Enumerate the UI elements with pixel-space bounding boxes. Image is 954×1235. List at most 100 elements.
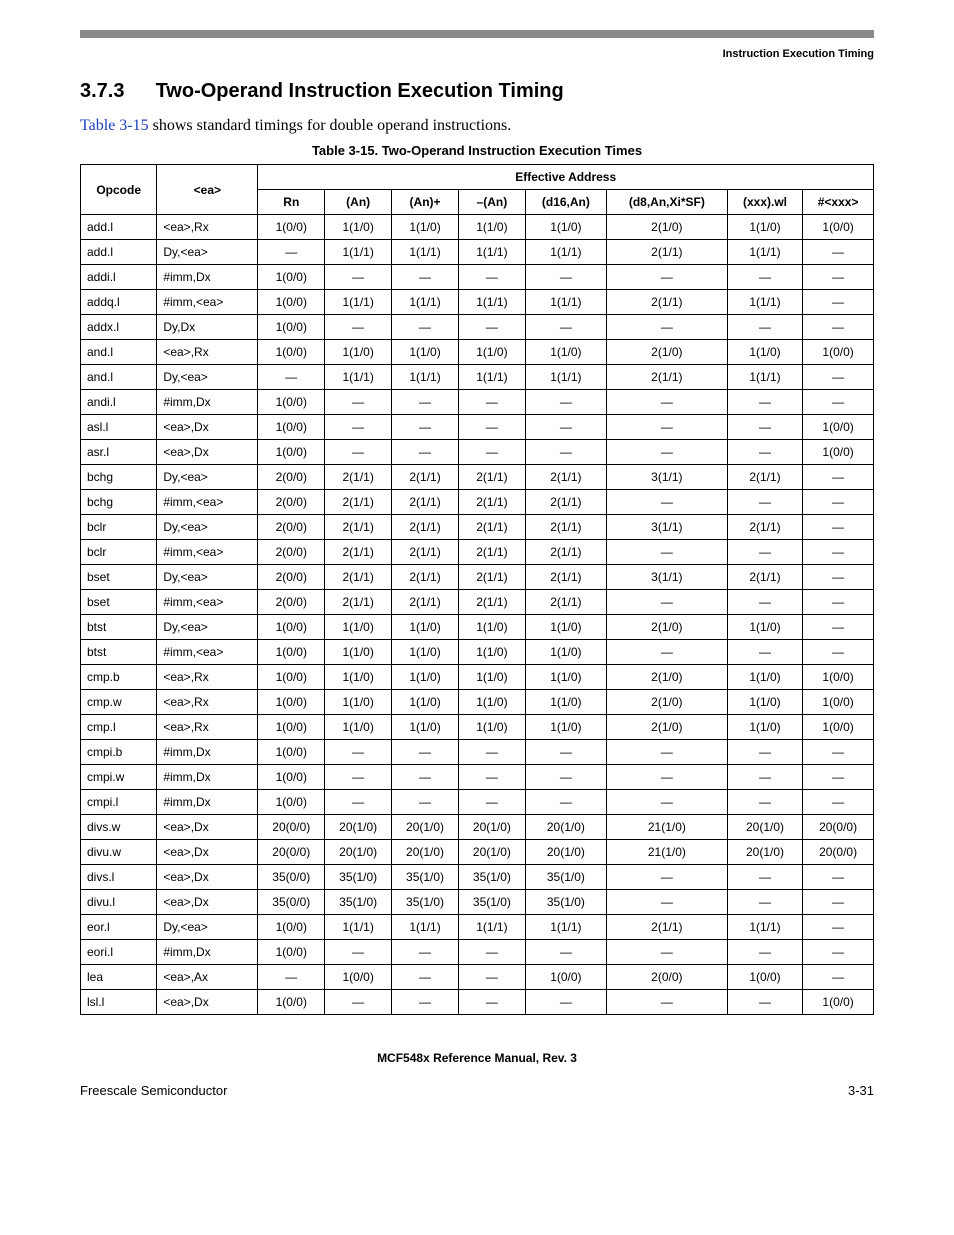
cell-d8: — <box>606 390 727 415</box>
cell-ea: #imm,Dx <box>157 265 258 290</box>
cell-ea: <ea>,Rx <box>157 215 258 240</box>
cell-xxxwl: 20(1/0) <box>727 840 802 865</box>
cell-an: 2(1/1) <box>325 465 392 490</box>
cell-man: — <box>458 265 525 290</box>
cell-pxxx: — <box>803 740 874 765</box>
intro-rest: shows standard timings for double operan… <box>149 117 512 134</box>
cell-pxxx: — <box>803 615 874 640</box>
cell-rn: 20(0/0) <box>258 815 325 840</box>
cell-d8: 2(1/0) <box>606 665 727 690</box>
cell-ea: #imm,<ea> <box>157 490 258 515</box>
cell-d16: 1(1/0) <box>525 690 606 715</box>
cell-an: — <box>325 265 392 290</box>
table-row: and.lDy,<ea>—1(1/1)1(1/1)1(1/1)1(1/1)2(1… <box>81 365 874 390</box>
cell-rn: 1(0/0) <box>258 290 325 315</box>
running-header: Instruction Execution Timing <box>80 48 874 60</box>
cell-xxxwl: — <box>727 790 802 815</box>
cell-pxxx: — <box>803 540 874 565</box>
cell-pxxx: — <box>803 315 874 340</box>
cell-d16: 1(1/1) <box>525 290 606 315</box>
cell-anp: — <box>392 415 459 440</box>
table-reference-link[interactable]: Table 3-15 <box>80 117 149 134</box>
cell-rn: 1(0/0) <box>258 640 325 665</box>
cell-anp: 2(1/1) <box>392 590 459 615</box>
table-row: addx.lDy,Dx1(0/0)——————— <box>81 315 874 340</box>
cell-man: 2(1/1) <box>458 540 525 565</box>
cell-ea: #imm,Dx <box>157 390 258 415</box>
cell-rn: — <box>258 965 325 990</box>
cell-man: 20(1/0) <box>458 840 525 865</box>
cell-ea: #imm,Dx <box>157 740 258 765</box>
cell-pxxx: 1(0/0) <box>803 990 874 1015</box>
cell-rn: 2(0/0) <box>258 490 325 515</box>
cell-anp: 1(1/0) <box>392 640 459 665</box>
cell-rn: 1(0/0) <box>258 340 325 365</box>
cell-xxxwl: — <box>727 265 802 290</box>
cell-rn: 2(0/0) <box>258 565 325 590</box>
cell-ea: <ea>,Ax <box>157 965 258 990</box>
cell-anp: 35(1/0) <box>392 890 459 915</box>
table-row: asr.l<ea>,Dx1(0/0)——————1(0/0) <box>81 440 874 465</box>
col-rn: Rn <box>258 190 325 215</box>
cell-xxxwl: — <box>727 765 802 790</box>
cell-ea: #imm,<ea> <box>157 590 258 615</box>
cell-ea: Dy,<ea> <box>157 915 258 940</box>
cell-d16: — <box>525 265 606 290</box>
cell-man: — <box>458 940 525 965</box>
cell-xxxwl: 1(1/1) <box>727 915 802 940</box>
cell-an: — <box>325 990 392 1015</box>
cell-pxxx: 1(0/0) <box>803 690 874 715</box>
cell-man: — <box>458 740 525 765</box>
cell-xxxwl: 1(1/0) <box>727 615 802 640</box>
table-row: cmp.l<ea>,Rx1(0/0)1(1/0)1(1/0)1(1/0)1(1/… <box>81 715 874 740</box>
cell-d8: — <box>606 990 727 1015</box>
cell-d16: — <box>525 765 606 790</box>
cell-man: 2(1/1) <box>458 565 525 590</box>
cell-man: — <box>458 765 525 790</box>
cell-an: 1(1/0) <box>325 215 392 240</box>
cell-d8: 3(1/1) <box>606 515 727 540</box>
cell-xxxwl: 1(1/0) <box>727 715 802 740</box>
cell-d16: — <box>525 790 606 815</box>
cell-ea: <ea>,Dx <box>157 890 258 915</box>
cell-d8: 2(1/1) <box>606 365 727 390</box>
cell-opcode: asl.l <box>81 415 157 440</box>
table-caption: Table 3-15. Two-Operand Instruction Exec… <box>80 143 874 158</box>
cell-xxxwl: — <box>727 590 802 615</box>
table-row: cmpi.w#imm,Dx1(0/0)——————— <box>81 765 874 790</box>
cell-d8: 2(0/0) <box>606 965 727 990</box>
cell-rn: 1(0/0) <box>258 665 325 690</box>
table-row: bsetDy,<ea>2(0/0)2(1/1)2(1/1)2(1/1)2(1/1… <box>81 565 874 590</box>
cell-d8: — <box>606 315 727 340</box>
cell-anp: 2(1/1) <box>392 540 459 565</box>
cell-opcode: and.l <box>81 365 157 390</box>
cell-ea: <ea>,Dx <box>157 440 258 465</box>
cell-ea: <ea>,Rx <box>157 665 258 690</box>
cell-pxxx: — <box>803 765 874 790</box>
cell-man: 1(1/0) <box>458 665 525 690</box>
cell-anp: 2(1/1) <box>392 490 459 515</box>
cell-opcode: cmpi.l <box>81 790 157 815</box>
col-xxxwl: (xxx).wl <box>727 190 802 215</box>
cell-d16: 1(1/0) <box>525 615 606 640</box>
cell-man: 1(1/0) <box>458 215 525 240</box>
table-row: bclr#imm,<ea>2(0/0)2(1/1)2(1/1)2(1/1)2(1… <box>81 540 874 565</box>
cell-rn: 1(0/0) <box>258 990 325 1015</box>
cell-rn: 2(0/0) <box>258 540 325 565</box>
cell-d8: 3(1/1) <box>606 465 727 490</box>
cell-man: 1(1/0) <box>458 615 525 640</box>
cell-d16: 1(1/0) <box>525 215 606 240</box>
cell-xxxwl: 2(1/1) <box>727 515 802 540</box>
table-row: btstDy,<ea>1(0/0)1(1/0)1(1/0)1(1/0)1(1/0… <box>81 615 874 640</box>
cell-rn: 1(0/0) <box>258 715 325 740</box>
cell-an: 35(1/0) <box>325 890 392 915</box>
cell-rn: 1(0/0) <box>258 740 325 765</box>
col-d16: (d16,An) <box>525 190 606 215</box>
cell-d16: 2(1/1) <box>525 465 606 490</box>
cell-xxxwl: — <box>727 890 802 915</box>
cell-ea: Dy,<ea> <box>157 465 258 490</box>
cell-rn: 1(0/0) <box>258 215 325 240</box>
cell-d8: 2(1/0) <box>606 340 727 365</box>
cell-opcode: andi.l <box>81 390 157 415</box>
cell-anp: — <box>392 265 459 290</box>
